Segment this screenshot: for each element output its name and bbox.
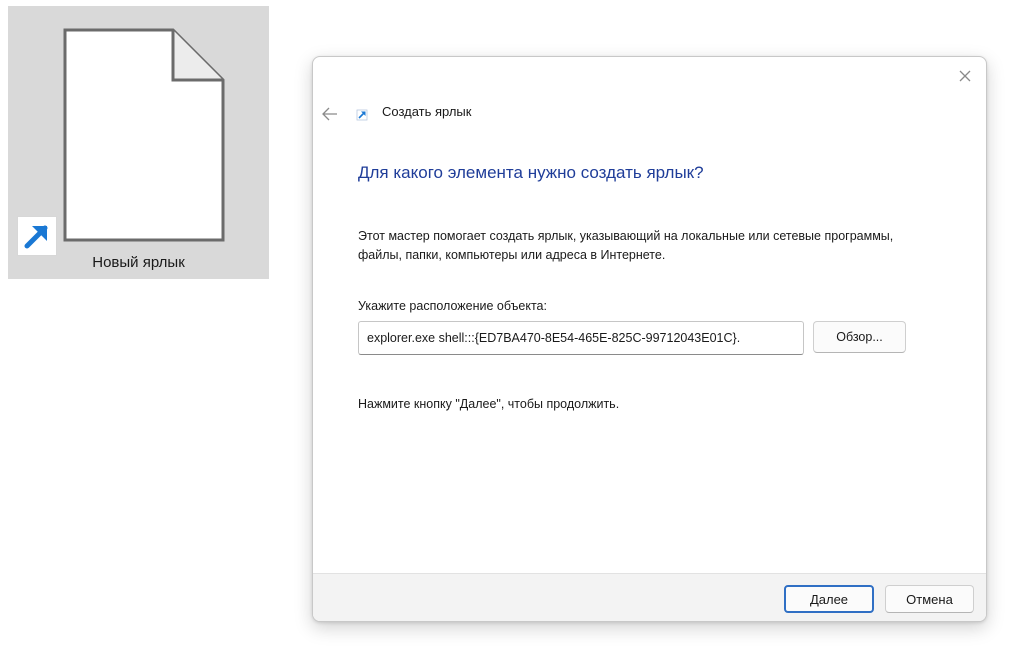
cancel-button[interactable]: Отмена — [885, 585, 974, 613]
shortcut-label: Новый ярлык — [92, 254, 185, 271]
shortcut-icon — [356, 107, 370, 121]
blank-document-icon — [63, 28, 225, 242]
shortcut-arrow-icon — [17, 216, 57, 256]
close-icon[interactable] — [954, 65, 976, 87]
back-arrow-icon[interactable] — [319, 103, 341, 125]
location-input[interactable] — [358, 321, 804, 355]
continue-hint: Нажмите кнопку "Далее", чтобы продолжить… — [358, 397, 620, 411]
dialog-footer: Далее Отмена — [313, 573, 986, 621]
browse-button[interactable]: Обзор... — [813, 321, 906, 353]
screen: Новый ярлык Создать ярлык Для какого эле… — [0, 0, 1024, 665]
next-button[interactable]: Далее — [784, 585, 874, 613]
wizard-description: Этот мастер помогает создать ярлык, указ… — [358, 229, 894, 262]
dialog-title: Создать ярлык — [382, 104, 472, 119]
create-shortcut-dialog: Создать ярлык Для какого элемента нужно … — [312, 56, 987, 622]
desktop-shortcut[interactable]: Новый ярлык — [8, 6, 269, 279]
location-label: Укажите расположение объекта: — [358, 299, 547, 313]
page-heading: Для какого элемента нужно создать ярлык? — [358, 163, 704, 182]
